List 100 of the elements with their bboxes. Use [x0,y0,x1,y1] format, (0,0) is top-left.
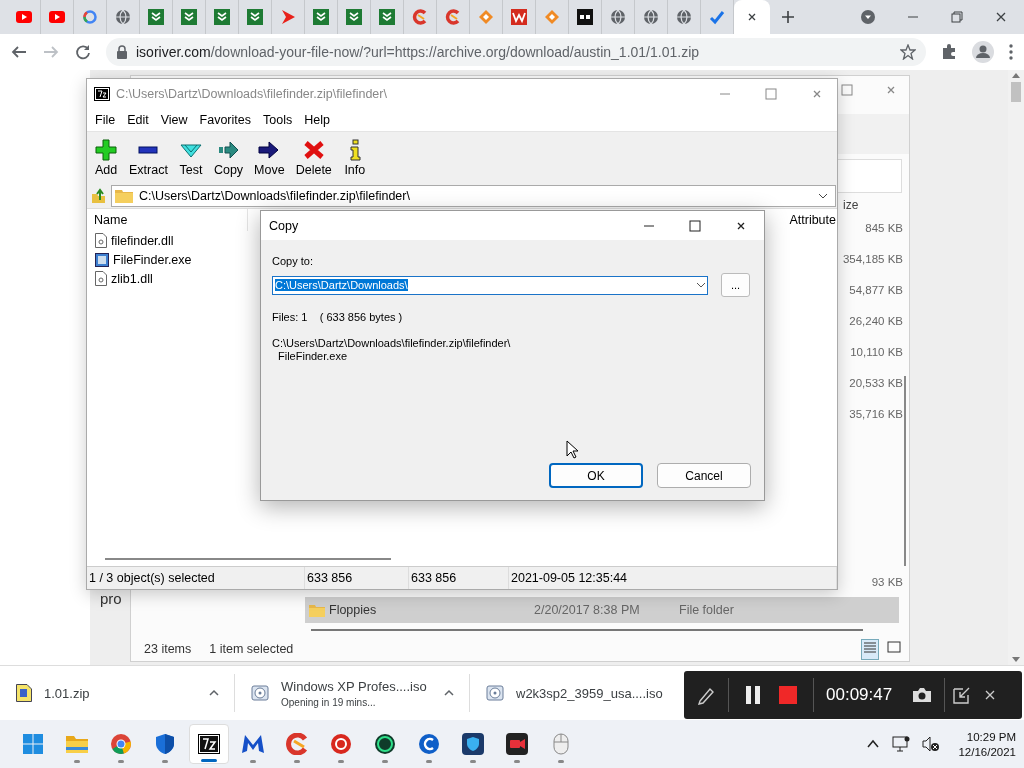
path-combobox[interactable]: C:\Users\Dartz\Downloads\filefinder.zip\filefinder\ [111,185,836,207]
cleaner-icon [412,9,428,25]
globe-icon [115,9,131,25]
muted-speaker-icon[interactable] [922,736,941,752]
file-name[interactable]: FileFinder.exe [113,252,192,267]
toolbar-button[interactable]: Test [174,137,207,179]
destination-combobox[interactable]: C:\Users\Dartz\Downloads\ [272,275,708,295]
pen-icon[interactable] [696,685,716,705]
maximize-icon[interactable] [689,219,701,232]
star-icon[interactable] [900,44,916,60]
menu-item[interactable]: Tools [257,113,299,127]
download-item[interactable]: 1.01.zip [0,674,235,712]
ok-button[interactable]: OK [549,463,643,488]
video-icon [49,9,65,25]
file-row[interactable]: Floppies 2/20/2017 8:38 PM File folder [305,597,899,623]
scrollbar[interactable] [105,558,391,560]
taskbar-app[interactable] [189,724,229,764]
menu-item[interactable]: Favorites [193,113,257,127]
column-header[interactable]: Attribute [789,213,837,227]
diamond-icon [544,9,560,25]
dropdown-icon[interactable] [860,9,876,25]
puzzle-icon[interactable] [940,43,958,61]
download-item[interactable]: w2k3sp2_3959_usa....iso [470,674,685,712]
source-path: C:\Users\Dartz\Downloads\filefinder.zip\filefinder\ [272,337,512,350]
file-size: 35,716 KB [849,407,903,420]
document-icon [95,271,107,286]
file-summary: Files: 1 ( 633 856 bytes ) [272,311,404,323]
plus-icon [94,139,118,161]
item-count: 23 items [144,642,192,656]
monitor-icon[interactable] [892,736,911,752]
selection-count: 1 item selected [209,642,294,656]
cancel-button[interactable]: Cancel [657,463,751,488]
disc-icon [486,684,504,702]
scrollbar[interactable] [311,629,863,631]
toolbar-button[interactable]: Extract [125,137,172,179]
toolbar-button[interactable]: Add [90,137,122,179]
menu-icon[interactable] [1008,43,1014,61]
chevron-badge-icon [379,9,395,25]
square-logo-icon [577,9,593,25]
dialog-title: Copy [269,218,299,233]
status-text: 2021-09-05 12:35:44 [509,567,837,589]
column-header[interactable]: ize [843,198,859,212]
recording-timer: 00:09:47 [826,685,893,705]
file-size: 54,877 KB [849,283,903,296]
window-title: C:\Users\Dartz\Downloads\filefinder.zip\filefinder\ [116,87,387,101]
toolbar-button[interactable]: Move [250,137,289,179]
download-name: 1.01.zip [44,685,91,701]
chevron-badge-icon [313,9,329,25]
file-name[interactable]: filefinder.dll [111,233,174,248]
toolbar-button[interactable]: Delete [291,137,336,179]
profile-icon[interactable] [972,41,994,63]
clock-time: 10:29 PM [966,730,1016,743]
menu-item[interactable]: File [89,113,122,127]
download-name: w2k3sp2_3959_usa....iso [516,685,664,701]
file-name[interactable]: zlib1.dll [111,271,153,286]
pause-icon[interactable] [745,685,761,705]
menu-item[interactable]: Edit [121,113,155,127]
details-view-icon[interactable] [861,638,879,660]
download-item[interactable]: Windows XP Profes....iso Opening in 19 mins... [235,674,470,712]
zigzag-icon [511,9,527,25]
scrollbar[interactable] [904,376,906,566]
cleaner-icon [286,733,308,755]
url-text: isoriver.com/download-your-file-now/?url=https://archive.org/download/austin_1.01/1.01.zip [136,44,700,60]
address-bar[interactable]: isoriver.com/download-your-file-now/?url=https://archive.org/download/austin_1.01/1.01.zip [106,38,926,66]
reload-icon[interactable] [74,43,92,61]
play-icon [280,9,296,25]
menu-item[interactable]: View [154,113,194,127]
field-label: Copy to: [272,255,314,267]
close-icon[interactable] [994,10,1008,24]
column-header[interactable]: Name [94,213,128,227]
shield-icon [154,733,176,755]
folder-icon [309,603,325,617]
menu-item[interactable]: Help [298,113,336,127]
target-icon [330,733,352,755]
camera-icon[interactable] [912,687,933,703]
browse-button[interactable]: ... [721,273,750,297]
archive-app-icon [198,734,220,754]
new-tab-icon[interactable] [780,9,796,25]
start-icon [22,733,44,755]
restore-icon[interactable] [950,10,964,24]
folder-icon [65,733,89,755]
search-field[interactable] [836,159,902,193]
search-engine-icon [82,9,98,25]
clock[interactable]: 10:29 PM 12/16/2021 [952,730,1016,758]
mouse-pointer-icon [566,440,578,459]
arrow-icon [216,139,241,161]
scrollbar-thumb[interactable] [1011,82,1021,102]
up-folder-icon[interactable] [91,188,107,204]
program-file-icon [95,252,109,267]
document-icon [95,233,107,248]
lock-icon [116,45,128,59]
download-status: Opening in 19 mins... [281,696,377,708]
check-icon [709,9,725,25]
toolbar-button[interactable]: Info [338,137,371,179]
file-size: 93 KB [871,575,903,588]
minimize-window-icon[interactable] [953,686,972,704]
file-name: Floppies [329,603,377,617]
diamond-icon [478,9,494,25]
toolbar-button[interactable]: Copy [209,137,248,179]
close-icon [746,11,758,23]
